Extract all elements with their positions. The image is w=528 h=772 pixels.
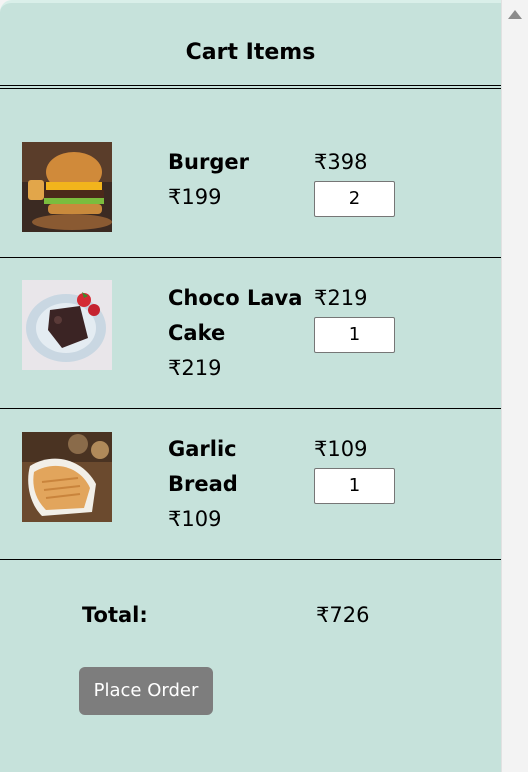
item-line-total: ₹398	[314, 150, 368, 174]
item-name: Burger	[168, 150, 249, 174]
item-name: Garlic	[168, 437, 237, 461]
quantity-input[interactable]: 1	[314, 468, 395, 504]
cake-image	[22, 280, 112, 370]
item-name: Choco Lava	[168, 286, 303, 310]
scroll-up-arrow-icon[interactable]	[508, 10, 522, 19]
quantity-input[interactable]: 1	[314, 317, 395, 353]
item-line-total: ₹219	[314, 286, 368, 310]
item-name: Cake	[168, 321, 226, 345]
quantity-input[interactable]: 2	[314, 181, 395, 217]
vertical-scrollbar[interactable]	[501, 0, 528, 772]
item-name: Bread	[168, 472, 238, 496]
item-divider	[0, 257, 501, 258]
item-unit-price: ₹199	[168, 185, 222, 209]
burger-image	[22, 142, 112, 232]
cart-title: Cart Items	[185, 40, 316, 65]
header-divider	[0, 88, 501, 89]
bread-image	[22, 432, 112, 522]
item-divider	[0, 559, 501, 560]
item-unit-price: ₹109	[168, 507, 222, 531]
item-line-total: ₹109	[314, 437, 368, 461]
total-label: Total:	[82, 603, 148, 627]
header-divider	[0, 85, 501, 86]
cart-header: Cart Items	[0, 3, 501, 89]
place-order-button[interactable]: Place Order	[79, 667, 213, 715]
total-value: ₹726	[316, 603, 370, 627]
item-unit-price: ₹219	[168, 356, 222, 380]
cart-panel: Cart Items Burger ₹199 ₹398 2 Choco Lava…	[0, 0, 501, 772]
item-divider	[0, 408, 501, 409]
